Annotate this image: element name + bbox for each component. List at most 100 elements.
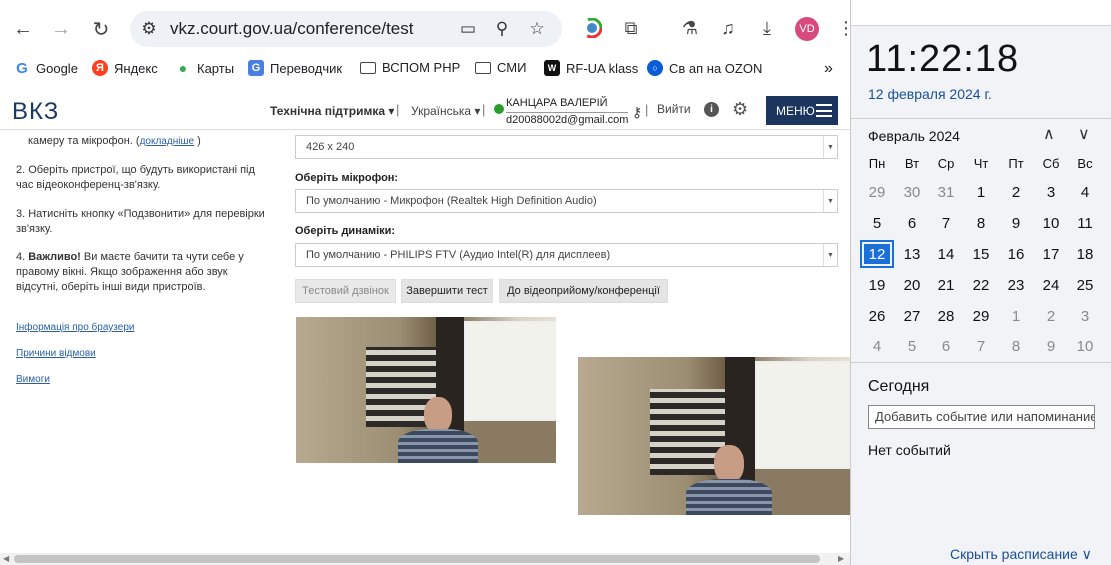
calendar-day[interactable]: 25 xyxy=(1068,271,1102,299)
media-control-icon[interactable]: ♫ xyxy=(716,16,740,40)
calendar-day[interactable]: 20 xyxy=(895,271,929,299)
refusal-reasons-link[interactable]: Причини відмови xyxy=(16,346,96,361)
next-month-icon[interactable]: ∨ xyxy=(1078,124,1090,144)
camera-indicator-icon[interactable]: ▭ xyxy=(457,18,479,40)
back-arrow-icon[interactable]: ← xyxy=(8,14,38,44)
calendar-day[interactable]: 15 xyxy=(964,240,998,268)
calendar-day[interactable]: 4 xyxy=(860,332,894,360)
menu-button[interactable]: МЕНЮ xyxy=(766,96,838,125)
calendar-day[interactable]: 7 xyxy=(929,209,963,237)
scroll-right-icon[interactable]: ▶ xyxy=(838,554,844,563)
calendar-day[interactable]: 24 xyxy=(1034,271,1068,299)
date-link[interactable]: 12 февраля 2024 г. xyxy=(868,86,992,102)
end-test-button[interactable]: Завершити тест xyxy=(401,279,493,303)
calendar-day[interactable]: 2 xyxy=(1034,302,1068,330)
calendar-day[interactable]: 22 xyxy=(964,271,998,299)
calendar-day[interactable]: 5 xyxy=(860,209,894,237)
calendar-day[interactable]: 29 xyxy=(860,178,894,206)
calendar-day[interactable]: 1 xyxy=(999,302,1033,330)
user-name[interactable]: КАНЦАРА ВАЛЕРІЙ xyxy=(506,97,608,109)
calendar-day[interactable]: 19 xyxy=(860,271,894,299)
key-icon[interactable]: ⚷ xyxy=(632,104,642,121)
calendar-day[interactable]: 13 xyxy=(895,240,929,268)
calendar-day[interactable]: 3 xyxy=(1034,178,1068,206)
info-icon[interactable]: i xyxy=(704,102,719,117)
url-text[interactable]: vkz.court.gov.ua/conference/test xyxy=(170,19,413,39)
downloads-icon[interactable]: ⤓ xyxy=(755,16,779,40)
bookmark-translator[interactable]: G Переводчик xyxy=(248,60,342,76)
calendar-day[interactable]: 2 xyxy=(999,178,1033,206)
calendar-day[interactable]: 4 xyxy=(1068,178,1102,206)
calendar-day[interactable]: 6 xyxy=(929,332,963,360)
extensions-icon[interactable]: ⧉ xyxy=(619,16,643,40)
calendar-day[interactable]: 1 xyxy=(964,178,998,206)
reload-icon[interactable]: ↻ xyxy=(86,14,116,44)
calendar-day[interactable]: 17 xyxy=(1034,240,1068,268)
weekday-label: Чт xyxy=(973,156,989,171)
microphone-select[interactable]: По умолчанию - Микрофон (Realtek High De… xyxy=(295,189,838,213)
calendar-day[interactable]: 16 xyxy=(999,240,1033,268)
flyout-top-strip xyxy=(851,0,1111,26)
settings-gears-icon[interactable]: ⚙ xyxy=(732,99,748,120)
go-to-conference-button[interactable]: До відеоприйому/конференції xyxy=(499,279,668,303)
calendar-day[interactable]: 12 xyxy=(860,240,894,268)
calendar-day[interactable]: 5 xyxy=(895,332,929,360)
address-bar[interactable]: ⚙ vkz.court.gov.ua/conference/test ▭ ⚲ ☆ xyxy=(130,11,562,47)
bookmark-label: ВСПОМ PHP xyxy=(382,60,461,75)
bookmark-folder-smi[interactable]: СМИ xyxy=(475,60,526,75)
speakers-select[interactable]: По умолчанию - PHILIPS FTV (Аудио Intel(… xyxy=(295,243,838,267)
site-settings-icon[interactable]: ⚙ xyxy=(138,18,160,40)
support-dropdown[interactable]: Технічна підтримка ▾ xyxy=(270,104,394,118)
calendar-day[interactable]: 26 xyxy=(860,302,894,330)
bookmark-folder-vspom[interactable]: ВСПОМ PHP xyxy=(360,60,460,75)
calendar-day[interactable]: 21 xyxy=(929,271,963,299)
calendar-day[interactable]: 10 xyxy=(1034,209,1068,237)
test-call-button[interactable]: Тестовий дзвінок xyxy=(295,279,396,303)
bookmark-rf-ua[interactable]: W RF-UA klass xyxy=(544,60,638,76)
calendar-day[interactable]: 31 xyxy=(929,178,963,206)
bookmark-star-icon[interactable]: ☆ xyxy=(526,18,548,40)
calendar-day[interactable]: 30 xyxy=(895,178,929,206)
header-separator: | xyxy=(396,102,400,117)
bookmark-yandex[interactable]: Я Яндекс xyxy=(92,60,158,76)
profile-avatar[interactable]: VD xyxy=(795,17,819,41)
site-logo[interactable]: ВКЗ xyxy=(12,98,59,126)
calendar-day[interactable]: 7 xyxy=(964,332,998,360)
scroll-left-icon[interactable]: ◀ xyxy=(3,554,9,563)
browser-menu-icon[interactable]: ⋮ xyxy=(834,16,850,40)
calendar-day[interactable]: 9 xyxy=(999,209,1033,237)
calendar-day[interactable]: 3 xyxy=(1068,302,1102,330)
calendar-month-title[interactable]: Февраль 2024 xyxy=(868,128,960,144)
add-event-input[interactable]: Добавить событие или напоминание xyxy=(868,405,1095,429)
forward-arrow-icon[interactable]: → xyxy=(46,14,76,44)
calendar-day[interactable]: 18 xyxy=(1068,240,1102,268)
calendar-day[interactable]: 8 xyxy=(999,332,1033,360)
zoom-icon[interactable]: ⚲ xyxy=(491,18,513,40)
calendar-day[interactable]: 9 xyxy=(1034,332,1068,360)
more-bookmarks-icon[interactable]: » xyxy=(824,60,833,78)
calendar-day[interactable]: 8 xyxy=(964,209,998,237)
logout-link[interactable]: Вийти xyxy=(657,102,691,116)
details-link[interactable]: докладніше xyxy=(140,136,194,147)
bookmark-google[interactable]: G Google xyxy=(14,60,78,77)
requirements-link[interactable]: Вимоги xyxy=(16,372,50,387)
chrome-color-icon[interactable] xyxy=(580,16,604,40)
calendar-day[interactable]: 10 xyxy=(1068,332,1102,360)
bookmark-maps[interactable]: ● Карты xyxy=(175,60,234,76)
previous-month-icon[interactable]: ∧ xyxy=(1043,124,1055,144)
lab-flask-icon[interactable]: ⚗ xyxy=(678,16,702,40)
browser-info-link[interactable]: Інформація про браузери xyxy=(16,320,134,335)
calendar-day[interactable]: 6 xyxy=(895,209,929,237)
language-dropdown[interactable]: Українська ▾ xyxy=(411,104,480,118)
bookmark-ozon[interactable]: ○ Св ап на OZON xyxy=(647,60,762,76)
scrollbar-thumb[interactable] xyxy=(14,555,820,563)
hide-schedule-link[interactable]: Скрыть расписание ∨ xyxy=(950,546,1092,563)
resolution-select[interactable]: 426 x 240 ▼ xyxy=(295,135,838,159)
calendar-day[interactable]: 28 xyxy=(929,302,963,330)
calendar-day[interactable]: 27 xyxy=(895,302,929,330)
calendar-day[interactable]: 29 xyxy=(964,302,998,330)
calendar-day[interactable]: 14 xyxy=(929,240,963,268)
horizontal-scrollbar[interactable]: ◀ ▶ xyxy=(0,553,850,565)
calendar-day[interactable]: 23 xyxy=(999,271,1033,299)
calendar-day[interactable]: 11 xyxy=(1068,209,1102,237)
